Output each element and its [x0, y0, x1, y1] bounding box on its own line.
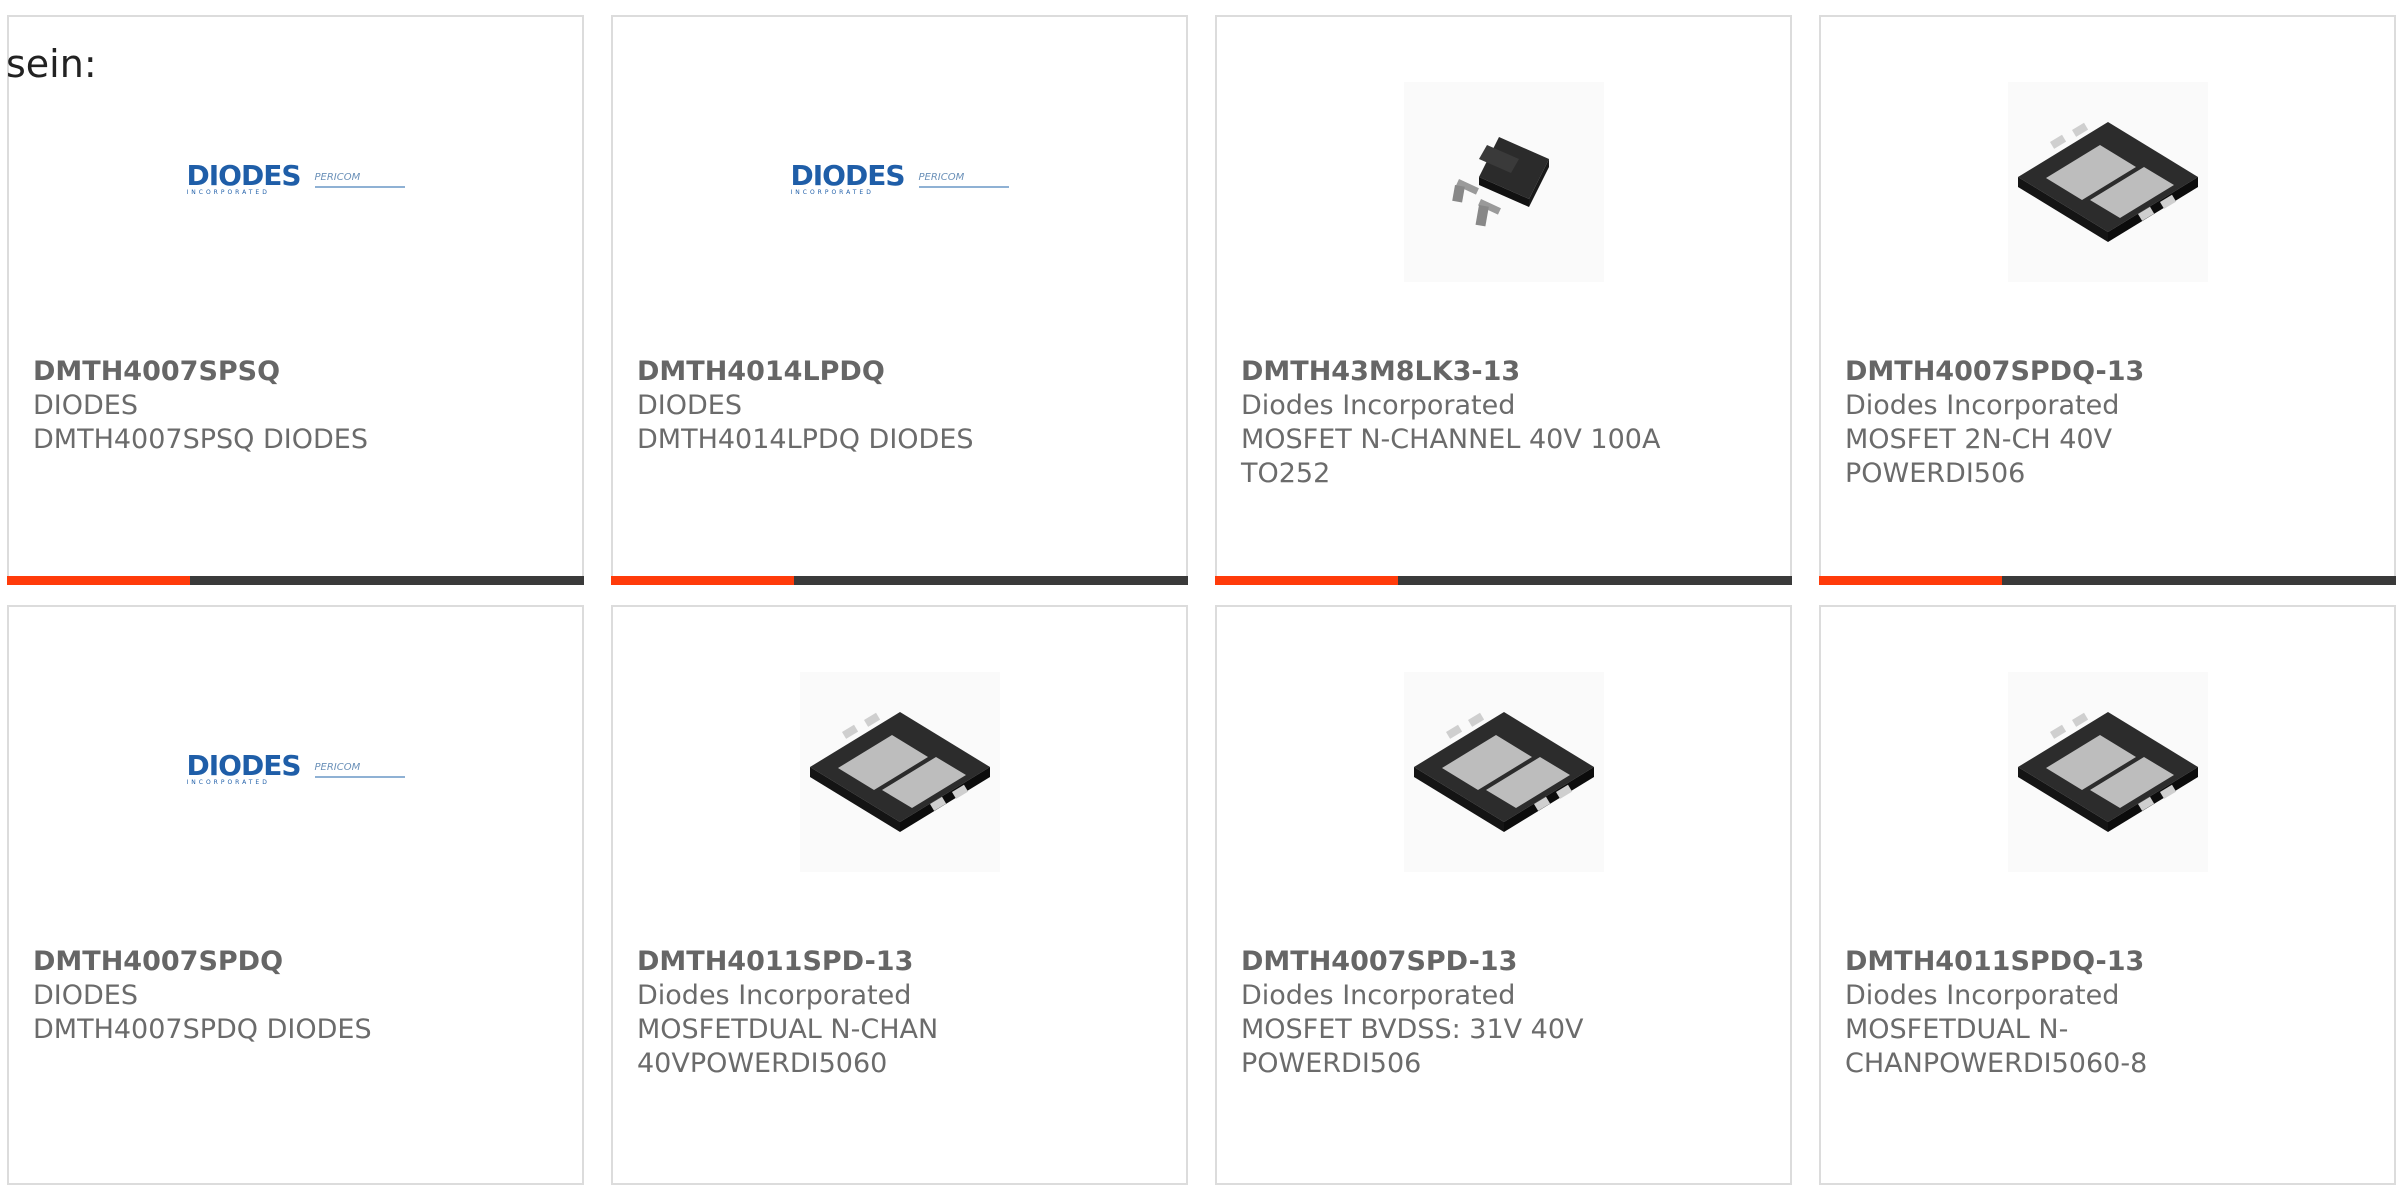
part-number[interactable]: DMTH4007SPSQ [33, 356, 280, 387]
card-footer-bar [611, 576, 1188, 585]
powerdi-package-icon [2017, 122, 2198, 242]
product-info: DMTH4011SPDQ-13 Diodes Incorporated MOSF… [1845, 945, 2370, 1081]
product-info: DMTH4011SPD-13 Diodes Incorporated MOSFE… [637, 945, 1162, 1081]
part-number[interactable]: DMTH4011SPD-13 [637, 946, 913, 977]
product-image [1403, 672, 1604, 872]
product-card[interactable]: DMTH4007SPDQ-13 Diodes Incorporated MOSF… [1819, 15, 2396, 585]
card-accent [611, 576, 794, 585]
product-card[interactable]: DIODES INCORPORATED PERICOM DMTH4007SPSQ … [7, 15, 584, 585]
powerdi-package-icon [809, 712, 990, 832]
description: DMTH4014LPDQ DIODES [637, 424, 974, 455]
part-number[interactable]: DMTH4007SPD-13 [1241, 946, 1517, 977]
product-info: DMTH4014LPDQ DIODES DMTH4014LPDQ DIODES [637, 355, 1162, 457]
diodes-logo: DIODES INCORPORATED PERICOM [187, 162, 405, 197]
card-footer-bar [1819, 576, 2396, 585]
product-image [2007, 82, 2208, 282]
card-accent [1819, 576, 2002, 585]
product-image: DIODES INCORPORATED PERICOM [187, 672, 405, 872]
product-card[interactable]: DMTH4011SPD-13 Diodes Incorporated MOSFE… [611, 605, 1188, 1185]
part-number[interactable]: DMTH4007SPDQ-13 [1845, 356, 2144, 387]
manufacturer: Diodes Incorporated [637, 980, 912, 1011]
powerdi-package-icon [1413, 712, 1594, 832]
product-info: DMTH4007SPD-13 Diodes Incorporated MOSFE… [1241, 945, 1766, 1081]
diodes-logo: DIODES INCORPORATED PERICOM [187, 752, 405, 787]
product-image: DIODES INCORPORATED PERICOM [187, 82, 405, 282]
manufacturer: Diodes Incorporated [1241, 980, 1516, 1011]
manufacturer: DIODES [33, 980, 138, 1011]
product-grid: DIODES INCORPORATED PERICOM DMTH4007SPSQ … [0, 0, 2400, 1185]
card-footer-bar [1215, 576, 1792, 585]
logo-brand-text: DIODES [186, 159, 302, 192]
manufacturer: Diodes Incorporated [1241, 390, 1516, 421]
logo-brand-text: DIODES [790, 159, 906, 192]
part-number[interactable]: DMTH43M8LK3-13 [1241, 356, 1520, 387]
description: DMTH4007SPSQ DIODES [33, 424, 368, 455]
product-card[interactable]: DMTH4007SPD-13 Diodes Incorporated MOSFE… [1215, 605, 1792, 1185]
logo-brand-text: DIODES [186, 749, 302, 782]
manufacturer: Diodes Incorporated [1845, 980, 2120, 1011]
product-image [799, 672, 1000, 872]
product-card[interactable]: DIODES INCORPORATED PERICOM DMTH4007SPDQ … [7, 605, 584, 1185]
description: MOSFET BVDSS: 31V 40V POWERDI506 [1241, 1014, 1584, 1079]
section-heading: sein: [6, 42, 97, 86]
description: DMTH4007SPDQ DIODES [33, 1014, 372, 1045]
manufacturer: DIODES [637, 390, 742, 421]
product-info: DMTH4007SPDQ DIODES DMTH4007SPDQ DIODES [33, 945, 558, 1047]
product-card[interactable]: DMTH4011SPDQ-13 Diodes Incorporated MOSF… [1819, 605, 2396, 1185]
product-info: DMTH4007SPSQ DIODES DMTH4007SPSQ DIODES [33, 355, 558, 457]
powerdi-package-icon [2017, 712, 2198, 832]
description: MOSFETDUAL N-CHANPOWERDI5060-8 [1845, 1014, 2148, 1079]
product-image: DIODES INCORPORATED PERICOM [791, 82, 1009, 282]
description: MOSFET N-CHANNEL 40V 100A TO252 [1241, 424, 1661, 489]
logo-partner-text: PERICOM [918, 171, 965, 183]
part-number[interactable]: DMTH4007SPDQ [33, 946, 283, 977]
card-footer-bar [7, 576, 584, 585]
manufacturer: DIODES [33, 390, 138, 421]
product-card[interactable]: DIODES INCORPORATED PERICOM DMTH4014LPDQ … [611, 15, 1188, 585]
part-number[interactable]: DMTH4011SPDQ-13 [1845, 946, 2144, 977]
product-image [1403, 82, 1604, 282]
diodes-logo: DIODES INCORPORATED PERICOM [791, 162, 1009, 197]
logo-partner-text: PERICOM [314, 171, 361, 183]
product-info: DMTH4007SPDQ-13 Diodes Incorporated MOSF… [1845, 355, 2370, 491]
manufacturer: Diodes Incorporated [1845, 390, 2120, 421]
card-accent [7, 576, 190, 585]
to252-package-icon [1451, 137, 1549, 227]
part-number[interactable]: DMTH4014LPDQ [637, 356, 885, 387]
logo-partner-text: PERICOM [314, 761, 361, 773]
product-image [2007, 672, 2208, 872]
product-info: DMTH43M8LK3-13 Diodes Incorporated MOSFE… [1241, 355, 1766, 491]
description: MOSFETDUAL N-CHAN 40VPOWERDI5060 [637, 1014, 939, 1079]
product-card[interactable]: DMTH43M8LK3-13 Diodes Incorporated MOSFE… [1215, 15, 1792, 585]
card-accent [1215, 576, 1398, 585]
description: MOSFET 2N-CH 40V POWERDI506 [1845, 424, 2113, 489]
